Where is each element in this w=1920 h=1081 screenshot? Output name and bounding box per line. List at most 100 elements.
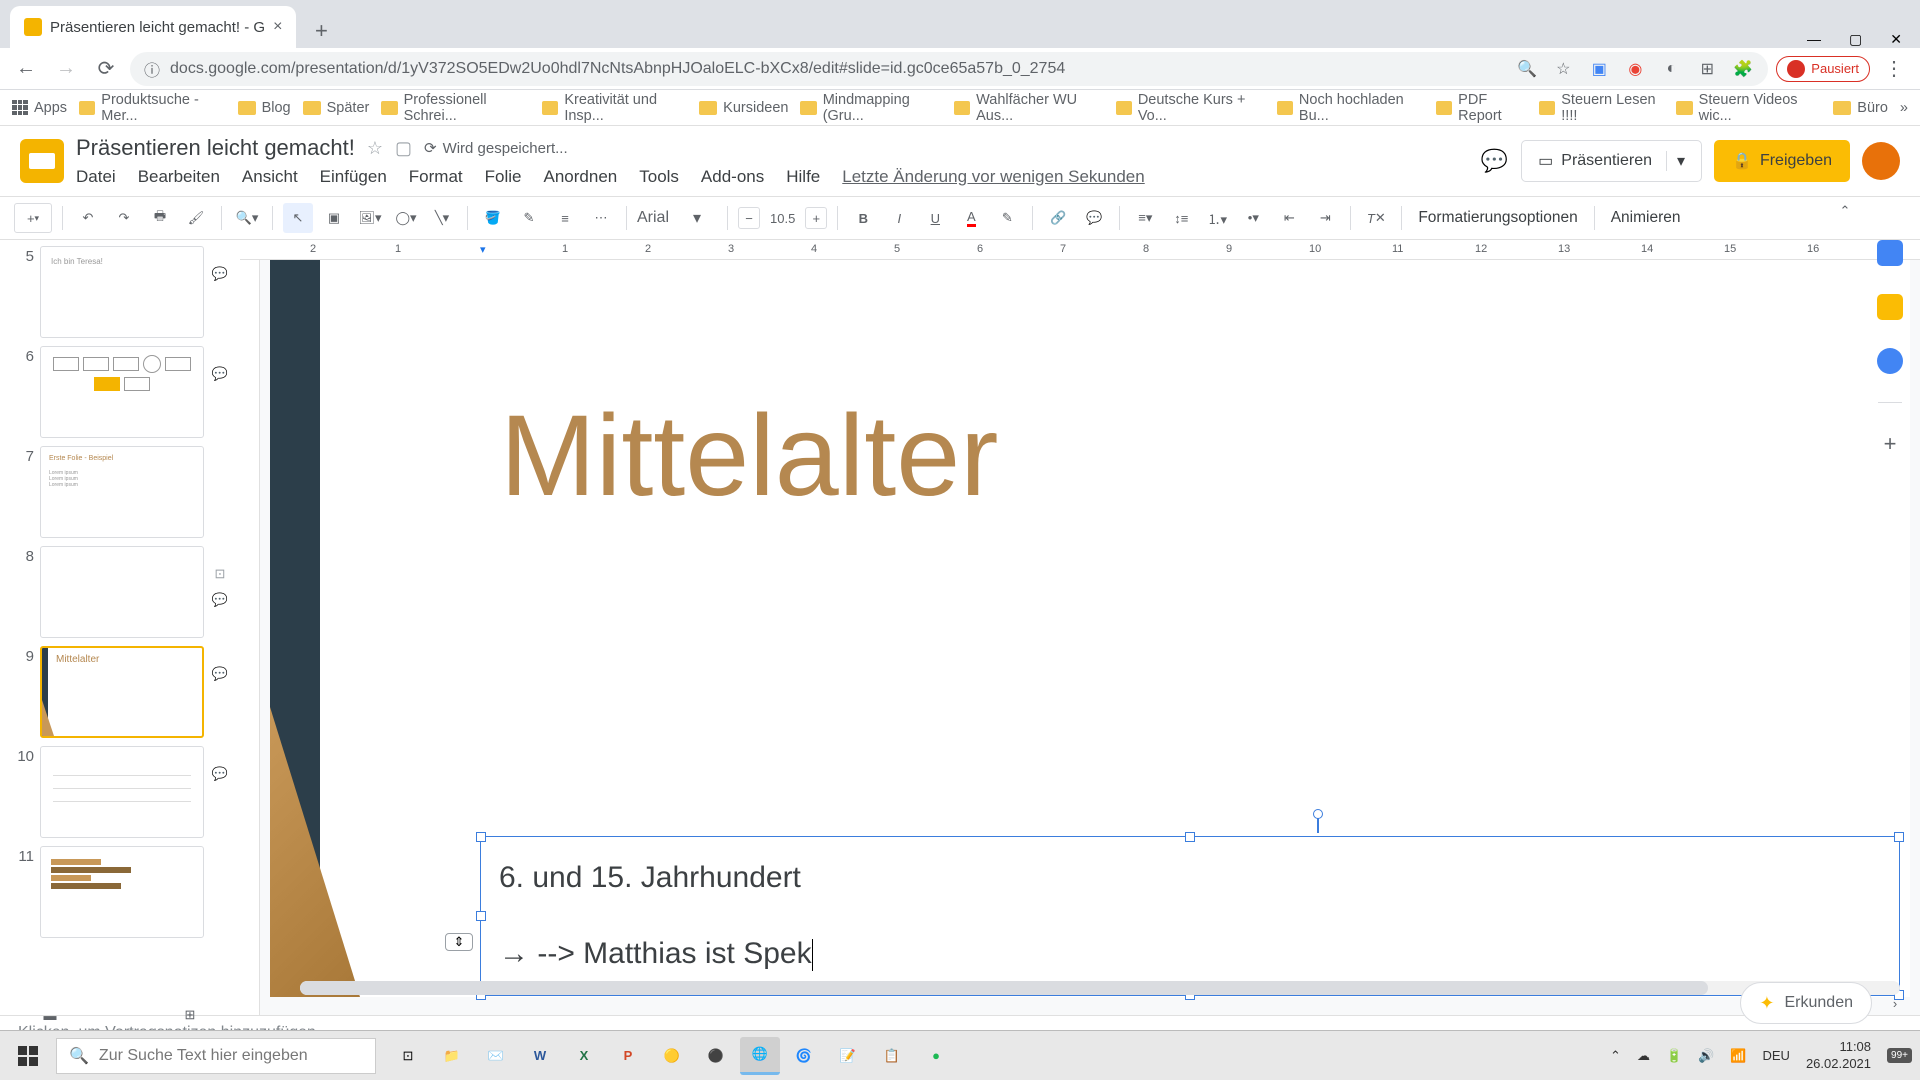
comments-icon[interactable]: 💬 [1479, 146, 1509, 176]
present-dropdown-icon[interactable]: ▾ [1666, 151, 1685, 171]
line-spacing-button[interactable]: ↕≡ [1166, 203, 1196, 233]
volume-icon[interactable]: 🔊 [1698, 1048, 1714, 1064]
slide-thumbnail[interactable] [40, 846, 204, 938]
text-color-button[interactable]: A [956, 203, 986, 233]
address-bar[interactable]: ⓘ docs.google.com/presentation/d/1yV372S… [130, 52, 1768, 86]
text-line-2[interactable]: → --> Matthias ist Spek [499, 937, 813, 971]
close-window-icon[interactable]: ✕ [1890, 31, 1902, 48]
present-button[interactable]: ▭ Präsentieren ▾ [1521, 140, 1702, 182]
font-size-value[interactable]: 10.5 [770, 211, 795, 226]
bulleted-list-button[interactable]: •▾ [1238, 203, 1268, 233]
horizontal-ruler[interactable]: 21 ▾ 12 34 56 78 910 1112 1314 1516 [240, 240, 1920, 260]
wifi-icon[interactable]: 📶 [1730, 1048, 1746, 1064]
slide-thumbnail[interactable] [40, 546, 204, 638]
bookmark-item[interactable]: Kursideen [699, 100, 788, 116]
star-icon[interactable]: ☆ [1552, 58, 1574, 80]
textbox-tool[interactable]: ▣ [319, 203, 349, 233]
bookmark-item[interactable]: Später [303, 100, 370, 116]
indent-decrease-button[interactable]: ⇤ [1274, 203, 1304, 233]
indent-increase-button[interactable]: ⇥ [1310, 203, 1340, 233]
undo-button[interactable]: ↶ [73, 203, 103, 233]
bookmark-item[interactable]: Steuern Lesen !!!! [1539, 92, 1664, 124]
bookmark-item[interactable]: Wahlfächer WU Aus... [954, 92, 1104, 124]
windows-search[interactable]: 🔍 Zur Suche Text hier eingeben [56, 1038, 376, 1074]
battery-icon[interactable]: 🔋 [1666, 1048, 1682, 1064]
close-tab-icon[interactable]: × [273, 18, 282, 36]
share-button[interactable]: 🔒 Freigeben [1714, 140, 1850, 182]
bookmark-item[interactable]: Mindmapping (Gru... [800, 92, 941, 124]
bookmark-item[interactable]: Professionell Schrei... [381, 92, 530, 124]
bookmark-item[interactable]: PDF Report [1436, 92, 1527, 124]
link-button[interactable]: 🔗 [1043, 203, 1073, 233]
next-slide-arrow[interactable]: › [1880, 982, 1910, 1024]
app-icon[interactable]: ⚫ [696, 1037, 736, 1075]
back-button[interactable]: ← [10, 53, 42, 85]
font-select[interactable]: Arial▾ [637, 208, 717, 228]
menu-format[interactable]: Format [409, 167, 463, 187]
move-document-icon[interactable]: ▢ [395, 138, 412, 159]
zoom-button[interactable]: 🔍▾ [232, 203, 262, 233]
reload-button[interactable]: ⟳ [90, 53, 122, 85]
edge-icon[interactable]: 🌀 [784, 1037, 824, 1075]
bookmark-item[interactable]: Kreativität und Insp... [542, 92, 687, 124]
browser-tab[interactable]: Präsentieren leicht gemacht! - G × [10, 6, 296, 48]
zoom-icon[interactable]: 🔍 [1516, 58, 1538, 80]
word-icon[interactable]: W [520, 1037, 560, 1075]
slide-thumbnail[interactable]: Erste Folie - BeispielLorem ipsumLorem i… [40, 446, 204, 538]
grid-view-icon[interactable]: ⊞ [170, 1000, 210, 1030]
slide-thumbnail-selected[interactable]: Mittelalter [40, 646, 204, 738]
redo-button[interactable]: ↷ [109, 203, 139, 233]
site-info-icon[interactable]: ⓘ [144, 57, 160, 81]
align-button[interactable]: ≡▾ [1130, 203, 1160, 233]
comment-indicator-icon[interactable]: 💬 [212, 666, 228, 682]
forward-button[interactable]: → [50, 53, 82, 85]
highlight-button[interactable]: ✎ [992, 203, 1022, 233]
collapse-toolbar-icon[interactable]: ⌃ [1830, 196, 1860, 226]
maximize-icon[interactable]: ▢ [1849, 31, 1862, 48]
bold-button[interactable]: B [848, 203, 878, 233]
calendar-icon[interactable] [1877, 240, 1903, 266]
filmstrip-view-icon[interactable]: ▬ [30, 1000, 70, 1030]
comment-button[interactable]: 💬 [1079, 203, 1109, 233]
comment-indicator-icon[interactable]: 💬 [212, 366, 228, 382]
start-button[interactable] [0, 1031, 56, 1081]
resize-handle[interactable] [476, 911, 486, 921]
bookmark-item[interactable]: Blog [238, 100, 291, 116]
app-icon[interactable]: 📋 [872, 1037, 912, 1075]
underline-button[interactable]: U [920, 203, 950, 233]
explorer-icon[interactable]: 📁 [432, 1037, 472, 1075]
app-icon[interactable]: 🟡 [652, 1037, 692, 1075]
menu-view[interactable]: Ansicht [242, 167, 298, 187]
image-tool[interactable]: 🖼▾ [355, 203, 385, 233]
resize-handle[interactable] [1894, 832, 1904, 842]
animate-button[interactable]: Animieren [1605, 209, 1687, 227]
format-options-button[interactable]: Formatierungsoptionen [1412, 209, 1583, 227]
clock[interactable]: 11:0826.02.2021 [1806, 1039, 1871, 1073]
print-button[interactable]: 🖶 [145, 203, 175, 233]
bookmark-item[interactable]: Büro [1833, 100, 1888, 116]
slides-logo[interactable] [20, 139, 64, 183]
bookmarks-overflow[interactable]: » [1900, 100, 1908, 116]
vertical-ruler[interactable] [240, 260, 260, 1015]
language-indicator[interactable]: DEU [1763, 1048, 1790, 1063]
chrome-icon[interactable]: 🌐 [740, 1037, 780, 1075]
document-title[interactable]: Präsentieren leicht gemacht! [76, 135, 355, 161]
rotate-handle[interactable] [1313, 809, 1323, 819]
resize-handle[interactable] [1185, 832, 1195, 842]
paint-format-button[interactable]: 🖌 [181, 203, 211, 233]
bookmark-item[interactable]: Produktsuche - Mer... [79, 92, 226, 124]
slide-title-text[interactable]: Mittelalter [500, 390, 998, 522]
extension-icon-1[interactable]: ▣ [1588, 58, 1610, 80]
task-view-icon[interactable]: ⊡ [388, 1037, 428, 1075]
clear-format-button[interactable]: T✕ [1361, 203, 1391, 233]
slide-canvas[interactable]: Mittelalter ⇕ 6. und 15. Jahrhundert → -… [270, 260, 1910, 997]
bookmark-item[interactable]: Deutsche Kurs + Vo... [1116, 92, 1265, 124]
star-document-icon[interactable]: ☆ [367, 138, 383, 159]
menu-slide[interactable]: Folie [485, 167, 522, 187]
new-slide-button[interactable]: +▾ [14, 203, 52, 233]
line-tool[interactable]: ╲▾ [427, 203, 457, 233]
tasks-icon[interactable] [1877, 348, 1903, 374]
text-line-1[interactable]: 6. und 15. Jahrhundert [499, 861, 801, 895]
slide-thumbnail[interactable] [40, 746, 204, 838]
comment-indicator-icon[interactable]: 💬 [212, 592, 228, 608]
